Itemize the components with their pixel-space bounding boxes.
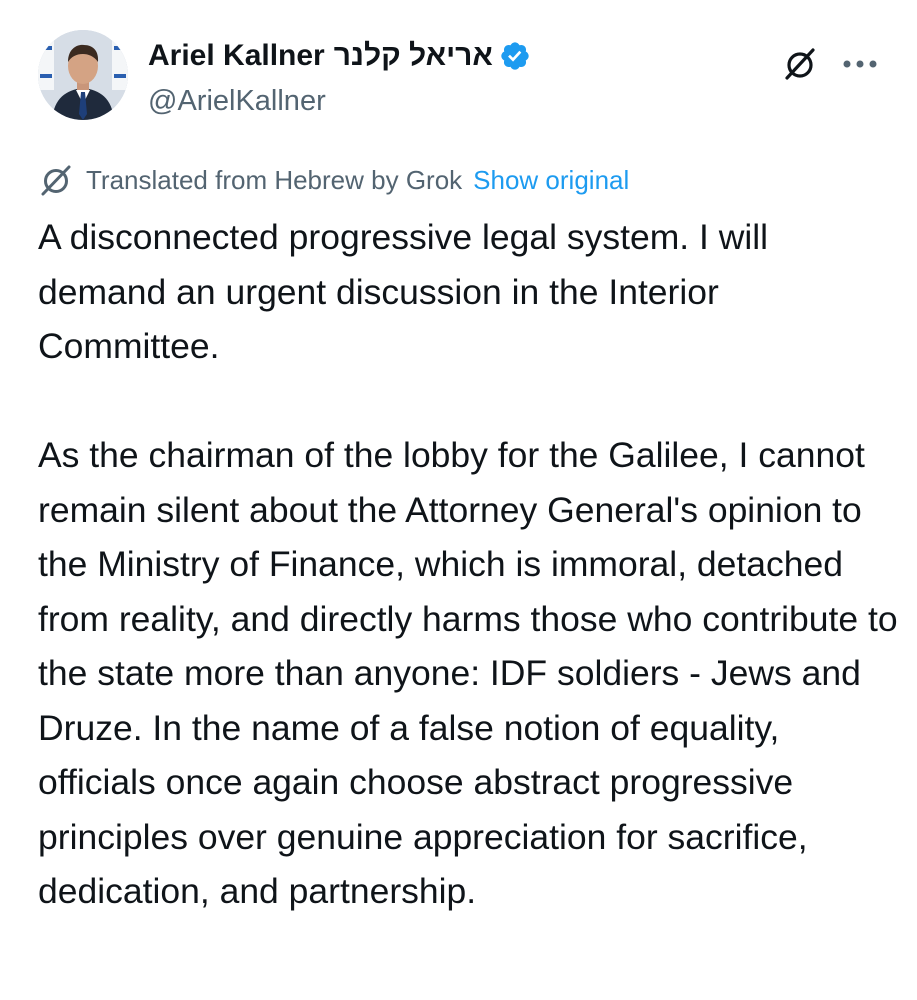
tweet-text: A disconnected progressive legal system.…: [38, 210, 898, 919]
author-handle[interactable]: @ArielKallner: [148, 84, 531, 118]
display-name-hebrew[interactable]: אריאל קלנר: [334, 38, 493, 74]
grok-icon: [41, 165, 71, 196]
more-dots-icon: [843, 60, 877, 68]
verified-badge-icon: [501, 42, 529, 70]
show-original-link[interactable]: Show original: [473, 164, 629, 196]
author-names: Ariel Kallner אריאל קלנר @ArielKallner: [148, 38, 531, 118]
display-name-latin[interactable]: Ariel Kallner: [148, 38, 325, 74]
translation-bar: Translated from Hebrew by Grok Show orig…: [38, 160, 629, 200]
display-name[interactable]: Ariel Kallner אריאל קלנר: [148, 38, 531, 74]
tweet-paragraph: As the chairman of the lobby for the Gal…: [38, 435, 898, 911]
avatar[interactable]: [38, 30, 128, 120]
translation-note: Translated from Hebrew by Grok: [86, 165, 463, 195]
more-options-button[interactable]: [838, 42, 882, 86]
user-avatar-photo-icon: [38, 30, 128, 120]
grok-button[interactable]: [778, 42, 822, 86]
tweet-header: Ariel Kallner אריאל קלנר @ArielKallner: [38, 30, 880, 122]
tweet-paragraph: A disconnected progressive legal system.…: [38, 217, 769, 366]
grok-icon: [785, 48, 815, 80]
